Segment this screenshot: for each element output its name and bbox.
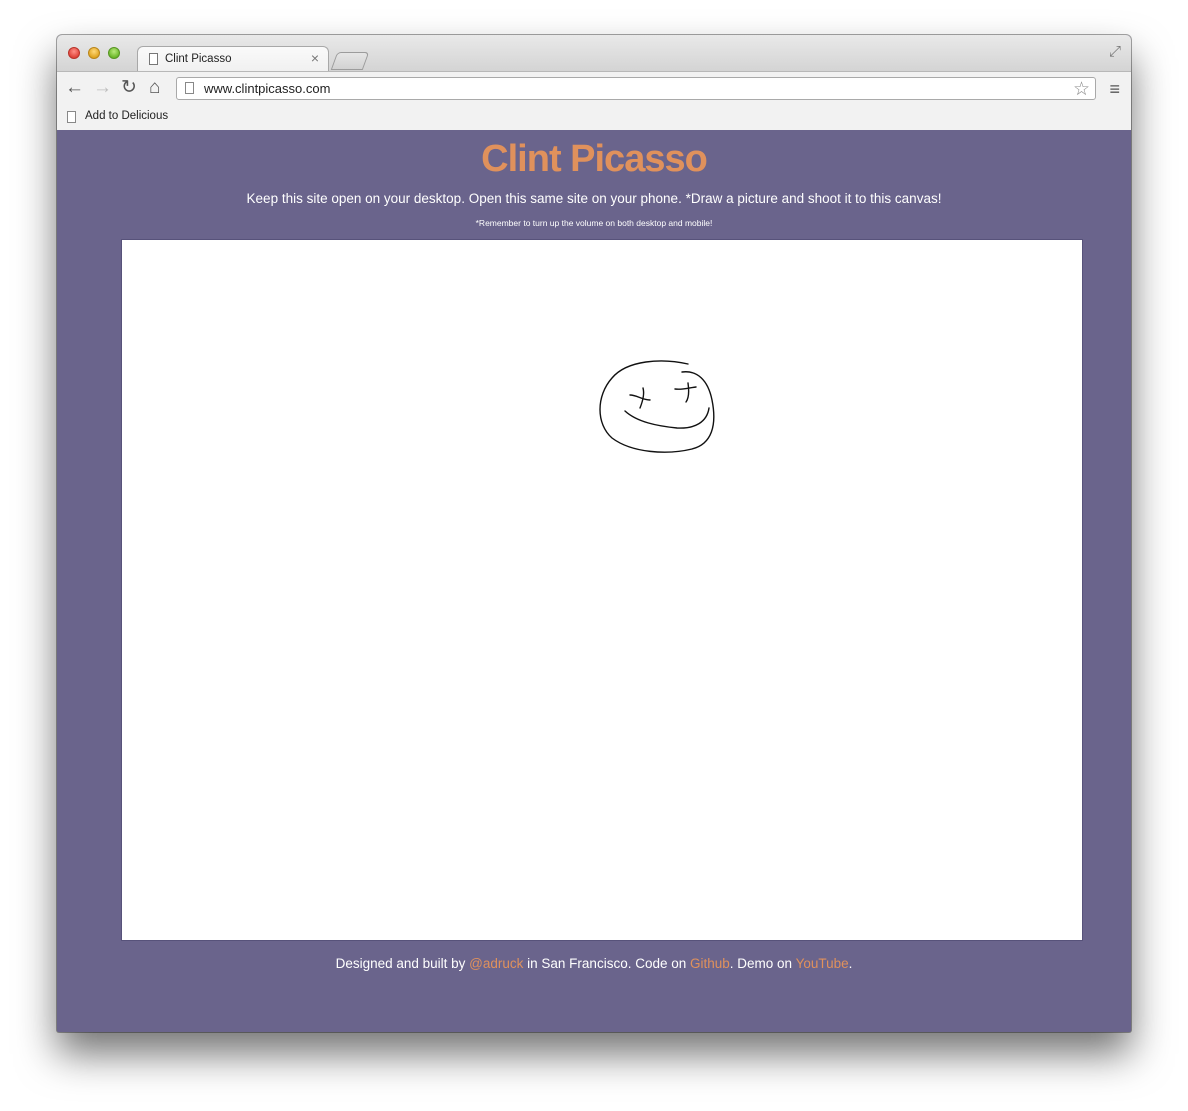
tagline: Keep this site open on your desktop. Ope… xyxy=(246,191,942,206)
page-icon xyxy=(185,82,194,94)
page-icon xyxy=(67,111,76,123)
tab-title: Clint Picasso xyxy=(165,53,232,65)
web-page: Clint Picasso Keep this site open on you… xyxy=(57,130,1131,1032)
author-link[interactable]: @adruck xyxy=(469,956,523,971)
footer-suffix: . xyxy=(848,956,853,971)
volume-reminder: *Remember to turn up the volume on both … xyxy=(475,218,713,228)
github-link[interactable]: Github xyxy=(690,956,730,971)
menu-icon[interactable]: ≡ xyxy=(1109,79,1120,100)
smile-stroke xyxy=(624,407,710,429)
home-icon[interactable]: ⌂ xyxy=(149,78,160,98)
tab-strip: Clint Picasso × ⤢ xyxy=(57,35,1131,72)
footer-demo-text: . Demo on xyxy=(729,956,796,971)
drawing-canvas[interactable] xyxy=(121,239,1083,941)
footer: Designed and built by @adruck in San Fra… xyxy=(57,956,1131,971)
footer-middle: in San Francisco. Code on xyxy=(523,956,690,971)
minimize-window-button[interactable] xyxy=(88,47,100,59)
face-outline xyxy=(599,360,715,453)
zoom-window-button[interactable] xyxy=(108,47,120,59)
forward-arrow-icon[interactable]: → xyxy=(93,78,112,98)
close-icon[interactable]: × xyxy=(311,50,319,66)
address-bar[interactable]: www.clintpicasso.com ☆ xyxy=(176,77,1096,100)
right-eye-stroke xyxy=(674,382,697,403)
browser-window: Clint Picasso × ⤢ ← → ↻ ⌂ www.clintpicas… xyxy=(57,35,1131,1032)
fullscreen-icon[interactable]: ⤢ xyxy=(1109,43,1121,60)
left-eye-stroke xyxy=(629,387,651,409)
bookmarks-bar: Add to Delicious xyxy=(57,106,1131,131)
tab-clint-picasso[interactable]: Clint Picasso × xyxy=(137,46,329,72)
new-tab-button[interactable] xyxy=(330,52,370,70)
url-text[interactable]: www.clintpicasso.com xyxy=(204,81,330,96)
footer-prefix: Designed and built by xyxy=(335,956,470,971)
page-title: Clint Picasso xyxy=(481,138,708,180)
browser-toolbar: ← → ↻ ⌂ www.clintpicasso.com ☆ ≡ xyxy=(57,71,1131,107)
star-icon[interactable]: ☆ xyxy=(1073,78,1090,101)
back-arrow-icon[interactable]: ← xyxy=(65,78,84,98)
reload-icon[interactable]: ↻ xyxy=(121,78,137,98)
bookmark-add-to-delicious[interactable]: Add to Delicious xyxy=(85,110,168,122)
youtube-link[interactable]: YouTube xyxy=(796,956,849,971)
page-icon xyxy=(149,53,158,65)
smiley-drawing xyxy=(599,360,715,453)
close-window-button[interactable] xyxy=(68,47,80,59)
